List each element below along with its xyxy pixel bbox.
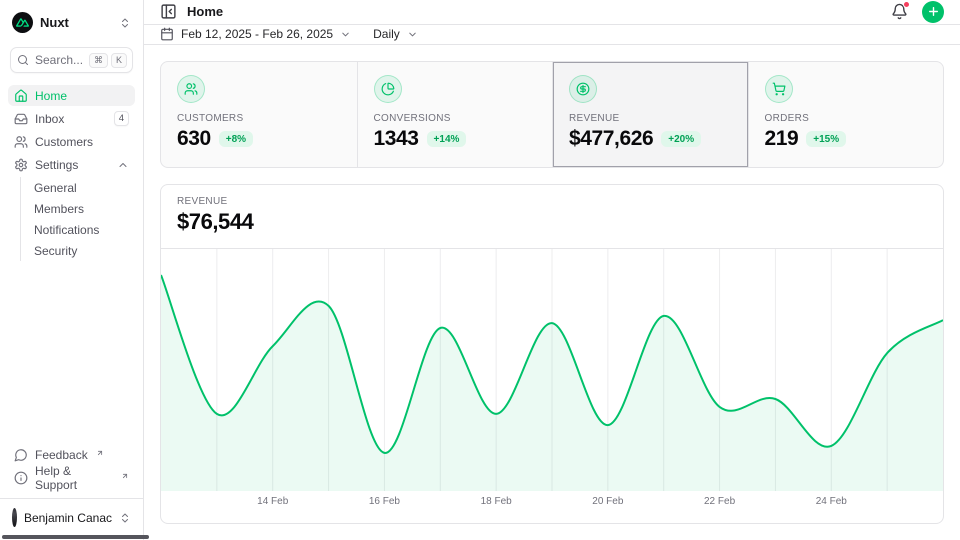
external-link-icon [96, 449, 104, 457]
notifications-button[interactable] [891, 3, 908, 20]
stat-delta-badge: +8% [219, 131, 253, 147]
calendar-icon [160, 27, 174, 41]
stat-card-revenue[interactable]: REVENUE $477,626 +20% [552, 62, 748, 167]
notification-dot [903, 1, 910, 8]
house-icon [14, 89, 28, 103]
sidebar-nav: Home Inbox 4 Customers Settings Genera [8, 85, 135, 263]
sidebar-item-label: Home [35, 89, 67, 103]
x-tick-label: 22 Feb [704, 496, 735, 507]
chart-header: REVENUE $76,544 [161, 185, 943, 248]
stat-card-orders[interactable]: ORDERS 219 +15% [748, 62, 944, 167]
chart-plot-area[interactable]: 14 Feb 16 Feb 18 Feb 20 Feb 22 Feb 24 Feb [161, 248, 943, 513]
period-select[interactable]: Daily [373, 27, 418, 41]
stat-value: 219 [765, 127, 799, 151]
settings-sub-list: General Members Notifications Security [20, 177, 135, 261]
date-range-label: Feb 12, 2025 - Feb 26, 2025 [181, 27, 333, 41]
app-header: Home [144, 0, 960, 25]
stat-card-conversions[interactable]: CONVERSIONS 1343 +14% [357, 62, 553, 167]
gear-icon [14, 158, 28, 172]
sidebar-item-notifications[interactable]: Notifications [21, 219, 135, 240]
chart-title: REVENUE [177, 196, 927, 207]
nuxt-logo-icon [12, 12, 33, 33]
x-tick-label: 20 Feb [592, 496, 623, 507]
revenue-chart-panel: REVENUE $76,544 14 Feb 16 Feb 18 Feb 20 Feb… [160, 184, 944, 524]
chevron-up-icon [117, 159, 129, 171]
users-icon [14, 135, 28, 149]
chevron-down-icon [340, 29, 351, 40]
inbox-count-badge: 4 [114, 111, 129, 126]
sidebar-item-label: Inbox [35, 112, 64, 126]
stat-label: ORDERS [765, 113, 928, 124]
sidebar-item-general[interactable]: General [21, 177, 135, 198]
shopping-cart-icon [765, 75, 793, 103]
stat-delta-badge: +20% [661, 131, 701, 147]
chart-x-axis: 14 Feb 16 Feb 18 Feb 20 Feb 22 Feb 24 Feb [161, 491, 943, 513]
sidebar-item-customers[interactable]: Customers [8, 131, 135, 152]
users-icon [177, 75, 205, 103]
k-key: K [111, 53, 127, 68]
avatar [12, 508, 17, 527]
chevrons-up-down-icon [119, 17, 131, 29]
x-tick-label: 18 Feb [481, 496, 512, 507]
stat-value: $477,626 [569, 127, 653, 151]
x-tick-label: 14 Feb [257, 496, 288, 507]
x-tick-label: 24 Feb [816, 496, 847, 507]
workspace-name: Nuxt [40, 15, 69, 30]
cmd-key: ⌘ [89, 53, 108, 68]
chevrons-up-down-icon [119, 512, 131, 524]
stat-label: REVENUE [569, 113, 732, 124]
sidebar-collapse-icon[interactable] [160, 3, 177, 20]
stat-label: CUSTOMERS [177, 113, 341, 124]
sidebar-item-label: Customers [35, 135, 93, 149]
workspace-switcher[interactable]: Nuxt [8, 8, 135, 35]
x-tick-label: 16 Feb [369, 496, 400, 507]
stat-card-customers[interactable]: CUSTOMERS 630 +8% [161, 62, 357, 167]
period-label: Daily [373, 27, 400, 41]
chart-current-value: $76,544 [177, 209, 927, 235]
horizontal-scrollbar[interactable] [2, 535, 149, 539]
sidebar-item-label: Settings [35, 158, 78, 172]
sidebar-item-inbox[interactable]: Inbox 4 [8, 108, 135, 129]
add-button[interactable] [922, 1, 944, 23]
message-circle-icon [14, 448, 28, 462]
user-name: Benjamin Canac [24, 511, 112, 525]
info-circle-icon [14, 471, 28, 485]
user-menu[interactable]: Benjamin Canac [8, 505, 135, 530]
sidebar-item-members[interactable]: Members [21, 198, 135, 219]
main-area: Home Feb 12, 2025 - Feb 26, 2025 [144, 0, 960, 540]
help-support-label: Help & Support [35, 464, 113, 492]
stat-delta-badge: +15% [806, 131, 846, 147]
sidebar: Nuxt Search... ⌘ K Home Inbox 4 [0, 0, 144, 540]
dashboard-content: CUSTOMERS 630 +8% CONVERSIONS 1343 +14% [144, 45, 960, 540]
plus-icon [927, 5, 940, 18]
page-title: Home [187, 4, 223, 19]
date-range-button[interactable]: Feb 12, 2025 - Feb 26, 2025 [160, 27, 351, 41]
stats-cards: CUSTOMERS 630 +8% CONVERSIONS 1343 +14% [160, 61, 944, 168]
sidebar-item-settings[interactable]: Settings [8, 154, 135, 175]
stat-label: CONVERSIONS [374, 113, 537, 124]
sidebar-divider [0, 498, 143, 499]
filters-toolbar: Feb 12, 2025 - Feb 26, 2025 Daily [144, 25, 960, 45]
revenue-chart-svg [161, 249, 943, 491]
search-icon [17, 54, 29, 66]
search-shortcut: ⌘ K [89, 53, 127, 68]
search-input[interactable]: Search... ⌘ K [10, 47, 133, 73]
inbox-icon [14, 112, 28, 126]
stat-delta-badge: +14% [427, 131, 467, 147]
help-support-link[interactable]: Help & Support [8, 467, 135, 488]
search-placeholder: Search... [35, 53, 83, 67]
pie-chart-icon [374, 75, 402, 103]
feedback-label: Feedback [35, 448, 88, 462]
feedback-link[interactable]: Feedback [8, 444, 135, 465]
sidebar-item-security[interactable]: Security [21, 240, 135, 261]
stat-value: 630 [177, 127, 211, 151]
sidebar-item-home[interactable]: Home [8, 85, 135, 106]
circle-dollar-icon [569, 75, 597, 103]
external-link-icon [121, 472, 129, 480]
chevron-down-icon [407, 29, 418, 40]
stat-value: 1343 [374, 127, 419, 151]
